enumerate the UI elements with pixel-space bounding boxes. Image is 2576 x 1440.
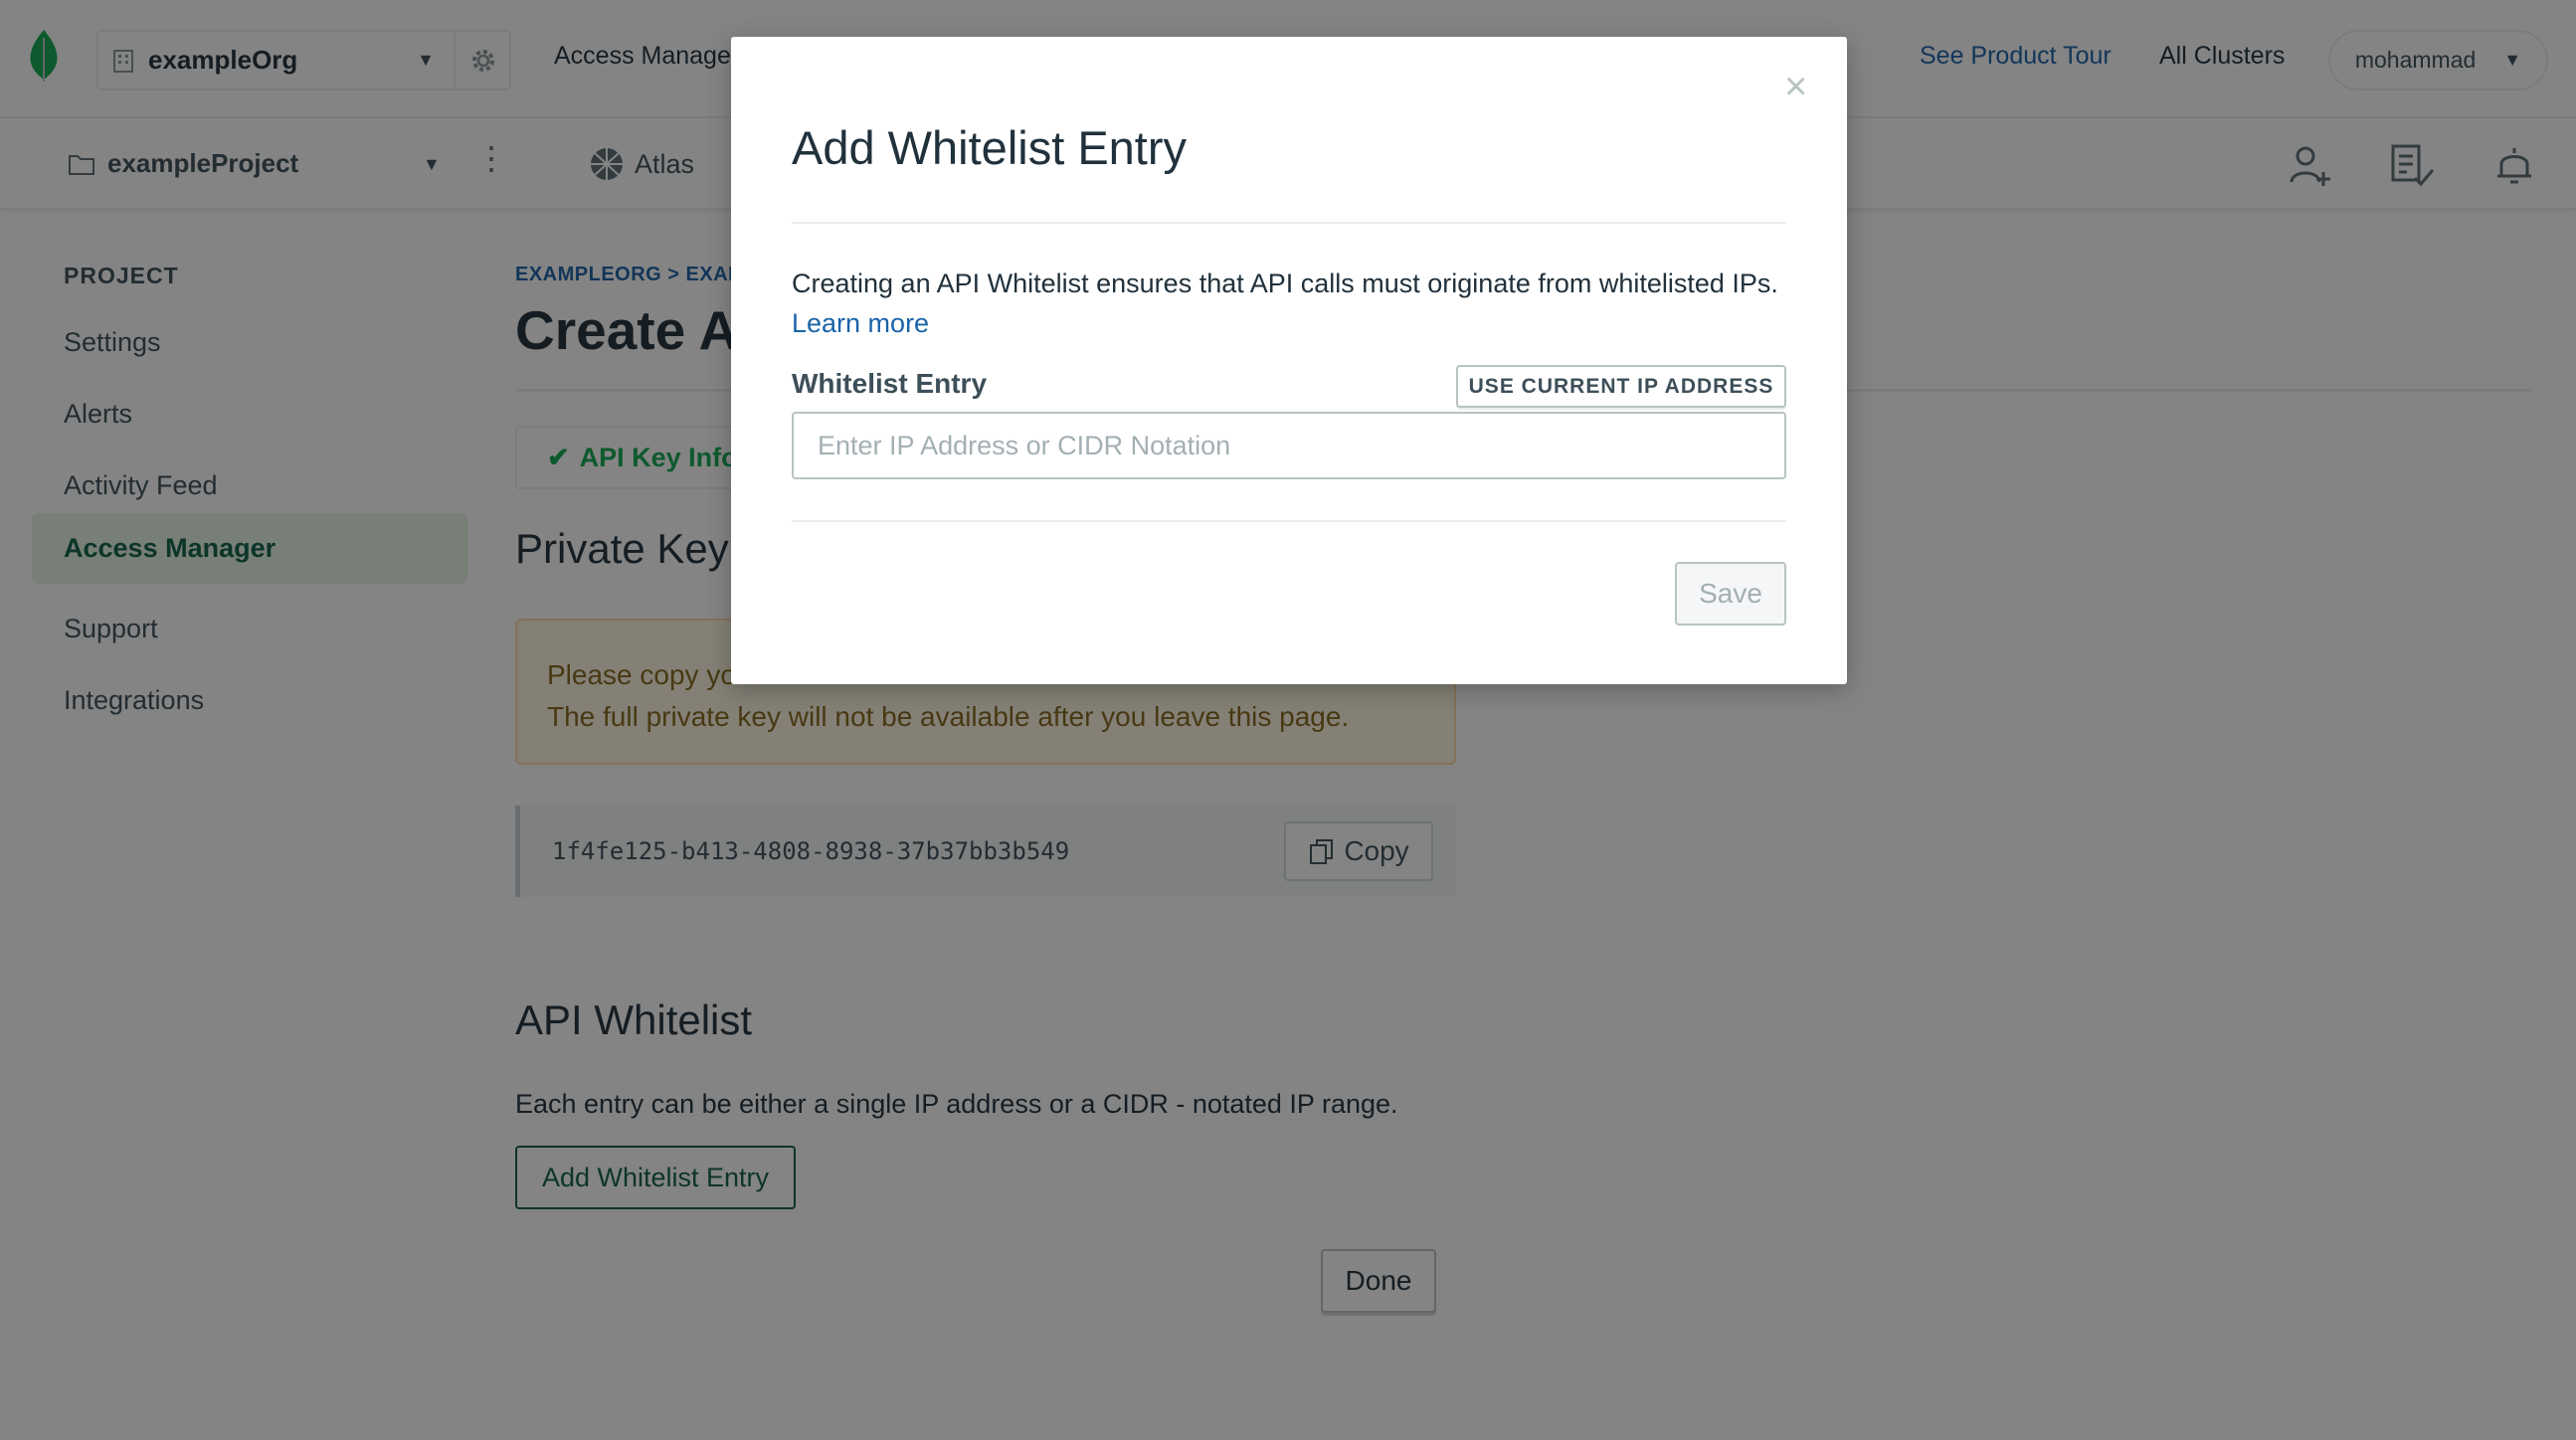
ip-address-input[interactable] <box>792 412 1786 479</box>
save-button[interactable]: Save <box>1675 562 1786 626</box>
modal-description: Creating an API Whitelist ensures that A… <box>792 264 1796 343</box>
modal-description-text: Creating an API Whitelist ensures that A… <box>792 269 1778 298</box>
learn-more-link[interactable]: Learn more <box>792 308 929 338</box>
modal-title: Add Whitelist Entry <box>792 121 1188 174</box>
add-whitelist-entry-modal: × Add Whitelist Entry Creating an API Wh… <box>731 37 1847 684</box>
close-icon[interactable]: × <box>1784 67 1807 106</box>
use-current-ip-button[interactable]: USE CURRENT IP ADDRESS <box>1456 365 1786 408</box>
modal-divider <box>792 222 1786 224</box>
whitelist-entry-label: Whitelist Entry <box>792 368 988 399</box>
modal-footer-divider <box>792 520 1786 522</box>
